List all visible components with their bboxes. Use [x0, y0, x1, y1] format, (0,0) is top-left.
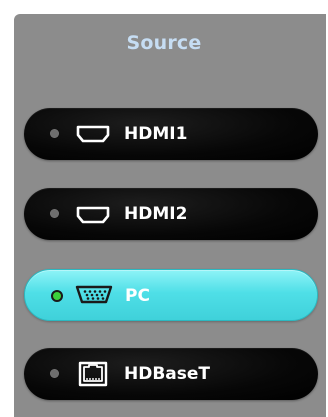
hdmi-port-icon	[72, 198, 114, 230]
status-indicator-dot	[50, 209, 59, 218]
vga-port-icon	[73, 280, 115, 312]
source-label: HDBaseT	[124, 364, 211, 384]
source-menu-window: Source HDMI1 HDMI2 PC HDBaseT	[0, 0, 328, 417]
status-indicator-dot	[51, 290, 63, 302]
source-option-hdmi2[interactable]: HDMI2	[24, 188, 318, 240]
source-option-pc[interactable]: PC	[24, 269, 318, 321]
status-indicator-dot	[50, 129, 59, 138]
hdmi-port-icon	[72, 118, 114, 150]
status-indicator-dot	[50, 369, 59, 378]
source-label: HDMI1	[124, 124, 188, 144]
source-label: PC	[125, 286, 150, 306]
ethernet-port-icon	[72, 358, 114, 390]
source-option-hdmi1[interactable]: HDMI1	[24, 108, 318, 160]
panel-title: Source	[126, 32, 202, 54]
source-option-hdbaset[interactable]: HDBaseT	[24, 348, 318, 400]
source-label: HDMI2	[124, 204, 188, 224]
